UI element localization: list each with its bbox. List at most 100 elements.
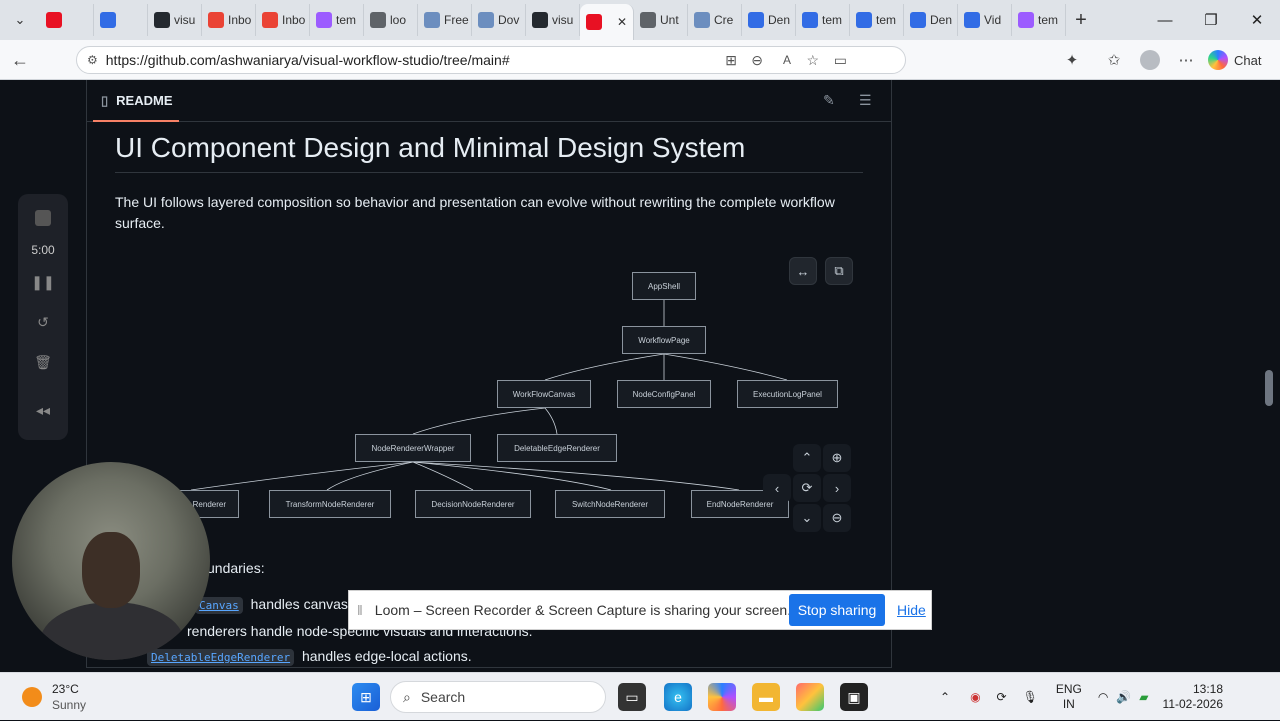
pan-down-button[interactable]: ⌄ xyxy=(793,504,821,532)
video-icon[interactable]: ▭ xyxy=(834,52,847,69)
browser-tab[interactable]: Den xyxy=(742,4,796,36)
tab-label: loo xyxy=(390,13,407,27)
page-scrollbar[interactable] xyxy=(1262,80,1276,668)
terminal-icon[interactable]: ▣ xyxy=(840,683,868,711)
profile-avatar[interactable] xyxy=(1136,46,1164,74)
tab-actions-button[interactable]: ⌄ xyxy=(0,0,40,40)
record-icon xyxy=(46,12,62,28)
reset-view-button[interactable]: ⟳ xyxy=(793,474,821,502)
extensions-icon[interactable]: ✦ xyxy=(1058,46,1086,74)
url-field[interactable]: ⚙ https://github.com/ashwaniarya/visual-… xyxy=(76,46,906,74)
show-hidden-icons[interactable]: ⌃ xyxy=(940,690,950,704)
copilot-chat-button[interactable]: Chat xyxy=(1208,48,1261,72)
browser-tab[interactable]: visu xyxy=(526,4,580,36)
node-executionlogpanel: ExecutionLogPanel xyxy=(737,380,838,408)
tray-app-icon[interactable]: ◉ xyxy=(970,690,980,704)
browser-tab[interactable]: tem xyxy=(310,4,364,36)
wifi-icon[interactable]: ◠ xyxy=(1098,690,1108,704)
weather-desc: Sunny xyxy=(52,698,87,712)
edge-browser-icon[interactable]: e xyxy=(664,683,692,711)
file-explorer-dark-icon[interactable]: ▭ xyxy=(618,683,646,711)
site-info-icon[interactable]: ⚙ xyxy=(87,53,98,67)
favorites-icon[interactable]: ✩ xyxy=(1100,46,1128,74)
tab-label: Unt xyxy=(660,13,679,27)
delete-icon[interactable]: 🗑 xyxy=(18,350,68,374)
outline-icon[interactable]: ☰ xyxy=(859,92,872,109)
browser-tab[interactable]: visu xyxy=(148,4,202,36)
restore-button[interactable]: ❐ xyxy=(1188,0,1234,40)
node-decisionnoderenderer: DecisionNodeRenderer xyxy=(415,490,531,518)
taskbar-search[interactable]: ⌕ Search xyxy=(390,681,606,713)
windows-start-icon[interactable]: ⊞ xyxy=(352,683,380,711)
photos-app-icon[interactable] xyxy=(796,683,824,711)
stop-sharing-button[interactable]: Stop sharing xyxy=(789,594,885,626)
browser-tab[interactable]: Vid xyxy=(958,4,1012,36)
bullet-edge-text: handles edge-local actions. xyxy=(301,648,472,664)
browser-tab[interactable]: tem xyxy=(1012,4,1066,36)
copilot-app-icon[interactable] xyxy=(708,683,736,711)
camera-person-head xyxy=(82,532,140,608)
browser-tab[interactable]: Unt xyxy=(634,4,688,36)
weather-widget[interactable]: 23°C Sunny xyxy=(22,681,86,713)
more-menu-icon[interactable]: ⋯ xyxy=(1172,46,1200,74)
scrollbar-thumb[interactable] xyxy=(1265,370,1273,406)
loom-camera-bubble[interactable] xyxy=(12,462,210,660)
new-tab-button[interactable]: + xyxy=(1066,0,1096,40)
folder-icon[interactable]: ▬ xyxy=(752,683,780,711)
drag-handle-icon[interactable]: ‖ xyxy=(357,602,363,618)
section-heading: UI Component Design and Minimal Design S… xyxy=(115,132,863,173)
kubernetes-icon xyxy=(748,12,764,28)
readme-tab[interactable]: ▯ README xyxy=(87,80,891,122)
search-icon xyxy=(370,12,386,28)
browser-tab[interactable]: Free xyxy=(418,4,472,36)
browser-tab[interactable]: tem xyxy=(850,4,904,36)
close-window-button[interactable]: ✕ xyxy=(1234,0,1280,40)
stop-recording-icon[interactable] xyxy=(18,206,68,230)
pan-right-button[interactable]: › xyxy=(823,474,851,502)
zoom-icon[interactable]: ⊖ xyxy=(751,52,763,69)
zoom-out-button[interactable]: ⊖ xyxy=(823,504,851,532)
favorite-star-icon[interactable]: ☆ xyxy=(806,52,819,69)
browser-tab[interactable]: Dov xyxy=(472,4,526,36)
read-aloud-icon[interactable]: A xyxy=(783,53,791,67)
browser-tab[interactable]: Inbo xyxy=(202,4,256,36)
browser-tab[interactable]: Inbo xyxy=(256,4,310,36)
kubernetes-icon xyxy=(856,12,872,28)
browser-tab[interactable]: ✕ xyxy=(580,4,634,40)
browser-tab[interactable] xyxy=(94,4,148,36)
edit-icon[interactable]: ✎ xyxy=(823,92,835,109)
tab-label: Vid xyxy=(984,13,1002,27)
pan-left-button[interactable]: ‹ xyxy=(763,474,791,502)
node-noderendererwrapper: NodeRendererWrapper xyxy=(355,434,471,462)
browser-tab[interactable]: tem xyxy=(796,4,850,36)
hide-share-bar-link[interactable]: Hide xyxy=(897,602,926,618)
tab-label: visu xyxy=(552,13,574,27)
battery-icon[interactable]: ▰ xyxy=(1139,690,1148,704)
apps-icon[interactable]: ⊞ xyxy=(725,52,737,69)
clock[interactable]: 13:18 11-02-2026 xyxy=(1163,682,1224,712)
volume-icon[interactable]: 🔊 xyxy=(1116,690,1131,704)
kubernetes-icon xyxy=(802,12,818,28)
sync-icon[interactable]: ⟳ xyxy=(997,690,1007,704)
close-tab-icon[interactable]: ✕ xyxy=(617,15,627,29)
zoom-in-button[interactable]: ⊕ xyxy=(823,444,851,472)
collapse-icon[interactable]: ◂◂ xyxy=(18,398,68,422)
minimize-button[interactable]: — xyxy=(1142,0,1188,40)
bullet-edge: DeletableEdgeRenderer handles edge-local… xyxy=(147,648,472,666)
node-workflowcanvas: WorkFlowCanvas xyxy=(497,380,591,408)
copy-diagram-button[interactable]: ⧉ xyxy=(825,257,853,285)
restart-icon[interactable]: ↺ xyxy=(18,310,68,334)
browser-tab[interactable]: Den xyxy=(904,4,958,36)
back-button[interactable]: ← xyxy=(6,46,34,74)
kubernetes-icon xyxy=(964,12,980,28)
pan-up-button[interactable]: ⌃ xyxy=(793,444,821,472)
expand-diagram-button[interactable]: ↔ xyxy=(789,257,817,285)
pause-icon[interactable]: ❚❚ xyxy=(18,270,68,294)
language-indicator[interactable]: ENG IN xyxy=(1056,682,1082,712)
browser-tab[interactable]: loo xyxy=(364,4,418,36)
browser-tab[interactable] xyxy=(40,4,94,36)
screen-share-bar: ‖ Loom – Screen Recorder & Screen Captur… xyxy=(348,590,932,630)
microphone-icon[interactable]: 🎙 xyxy=(1023,690,1038,704)
browser-tab[interactable]: Cre xyxy=(688,4,742,36)
boundaries-heading-fragment: undaries: xyxy=(207,560,265,576)
